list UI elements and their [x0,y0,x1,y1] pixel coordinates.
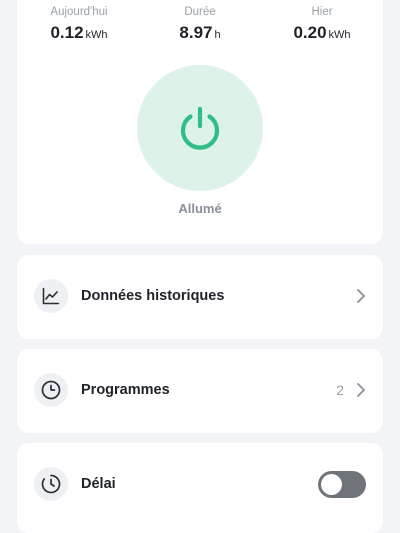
stat-today-unit: kWh [85,29,108,41]
power-icon [180,106,220,150]
schedules-label: Programmes [81,382,170,398]
stat-duration-label: Durée [184,6,216,18]
clock-icon [34,373,68,407]
toggle-knob [321,474,342,495]
chart-line-icon [34,279,68,313]
power-button[interactable] [137,65,263,191]
power-status: Allumé [178,201,222,216]
stat-duration-unit: h [214,29,221,41]
stat-yesterday: Hier 0.20 kWh [262,6,382,43]
energy-card: Aujourd'hui 0.12 kWh Durée 8.97 h Hier 0.2… [17,0,383,244]
stat-yesterday-unit: kWh [328,29,351,41]
chevron-right-icon [357,289,365,303]
schedules-row[interactable]: Programmes 2 [17,349,383,433]
delay-row: Délai [17,443,383,533]
delay-toggle[interactable] [318,471,366,498]
stat-yesterday-label: Hier [311,6,333,18]
delay-label: Délai [81,476,116,492]
stat-duration: Durée 8.97 h [140,6,260,43]
timer-icon [34,467,68,501]
stat-today: Aujourd'hui 0.12 kWh [19,6,139,43]
chevron-right-icon [357,383,365,397]
stat-today-value: 0.12 [50,23,84,42]
energy-stats: Aujourd'hui 0.12 kWh Durée 8.97 h Hier 0.2… [17,6,383,42]
stat-yesterday-value: 0.20 [293,23,327,42]
schedules-count: 2 [336,382,344,398]
stat-duration-value: 8.97 [179,23,213,42]
historical-data-label: Données historiques [81,288,225,304]
historical-data-row[interactable]: Données historiques [17,255,383,339]
stat-today-label: Aujourd'hui [50,6,108,18]
